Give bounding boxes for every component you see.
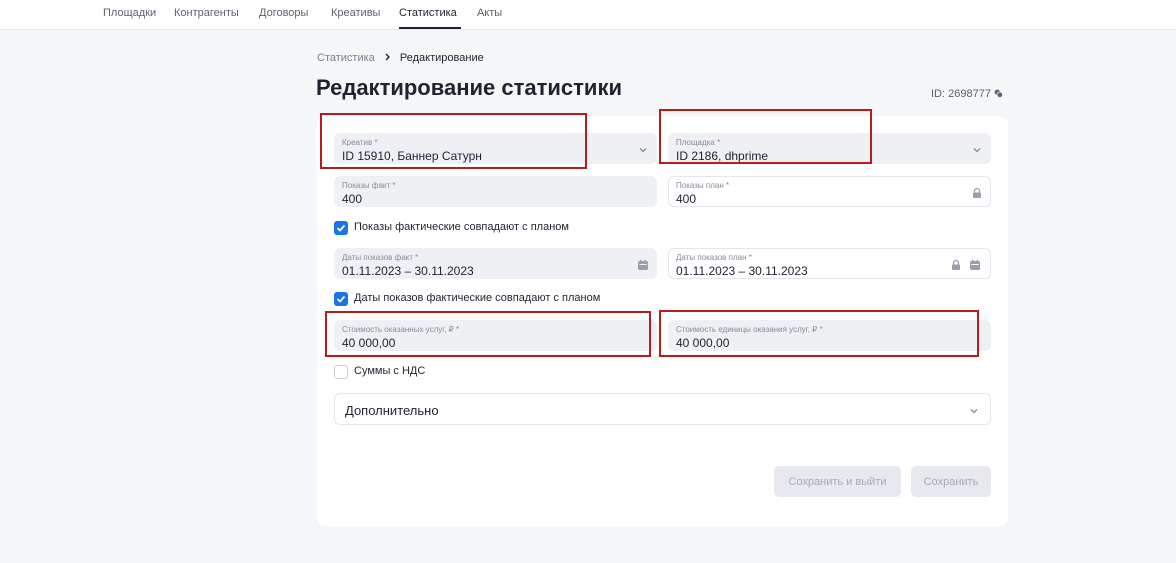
creative-value: ID 15910, Баннер Сатурн	[342, 149, 482, 163]
unit-cost-value: 40 000,00	[676, 336, 730, 350]
page-title: Редактирование статистики	[316, 75, 622, 100]
dates-match-checkbox[interactable]	[334, 292, 348, 306]
services-cost-value: 40 000,00	[342, 336, 396, 350]
vat-label: Суммы с НДС	[354, 365, 426, 377]
unit-cost-label: Стоимость единицы оказания услуг, ₽ *	[676, 325, 823, 334]
save-and-exit-button[interactable]: Сохранить и выйти	[774, 466, 901, 497]
chevron-right-icon	[384, 53, 391, 63]
dates-plan-input: Даты показов план * 01.11.2023 – 30.11.2…	[668, 248, 991, 279]
impressions-plan-input: Показы план * 400	[668, 176, 991, 207]
creative-select[interactable]: Креатив * ID 15910, Баннер Сатурн	[334, 133, 657, 164]
impressions-plan-value: 400	[676, 192, 697, 206]
platform-label: Площадка *	[676, 138, 721, 147]
breadcrumb-current: Редактирование	[399, 52, 484, 64]
impressions-match-checkbox[interactable]	[334, 221, 348, 235]
calendar-icon[interactable]	[637, 258, 649, 270]
check-icon	[336, 224, 346, 232]
breadcrumb-parent[interactable]: Статистика	[317, 52, 375, 64]
unit-cost-input: Стоимость единицы оказания услуг, ₽ * 40…	[668, 320, 991, 351]
top-navigation: Площадки Контрагенты Договоры Креативы С…	[0, 0, 1176, 30]
breadcrumb: Статистика Редактирование	[317, 52, 484, 64]
chevron-down-icon[interactable]	[968, 404, 980, 416]
platform-select[interactable]: Площадка * ID 2186, dhprime	[668, 133, 991, 164]
impressions-fact-label: Показы факт *	[342, 181, 396, 190]
services-cost-input[interactable]: Стоимость оказанных услуг, ₽ * 40 000,00	[334, 320, 657, 351]
copy-icon[interactable]	[994, 89, 1003, 99]
impressions-match-label: Показы фактические совпадают с планом	[354, 221, 569, 233]
impressions-fact-input[interactable]: Показы факт * 400	[334, 176, 657, 207]
save-button[interactable]: Сохранить	[911, 466, 991, 497]
vat-checkbox[interactable]	[334, 365, 348, 379]
dates-fact-label: Даты показов факт *	[342, 253, 419, 262]
active-tab-indicator	[399, 27, 461, 29]
services-cost-label: Стоимость оказанных услуг, ₽ *	[342, 325, 460, 334]
additional-label: Дополнительно	[345, 403, 439, 418]
nav-item-acts[interactable]: Акты	[477, 7, 502, 19]
dates-match-label: Даты показов фактические совпадают с пла…	[354, 292, 601, 304]
nav-item-statistics[interactable]: Статистика	[399, 7, 457, 19]
calendar-icon	[969, 258, 981, 270]
lock-icon	[950, 258, 962, 270]
dates-plan-value: 01.11.2023 – 30.11.2023	[676, 264, 808, 278]
nav-item-counterparties[interactable]: Контрагенты	[174, 7, 239, 19]
check-icon	[336, 295, 346, 303]
nav-item-contracts[interactable]: Договоры	[259, 7, 308, 19]
platform-value: ID 2186, dhprime	[676, 149, 769, 163]
chevron-down-icon[interactable]	[971, 143, 983, 155]
impressions-fact-value: 400	[342, 192, 363, 206]
lock-icon	[971, 186, 983, 198]
nav-item-platforms[interactable]: Площадки	[103, 7, 156, 19]
nav-item-creatives[interactable]: Креативы	[331, 7, 380, 19]
impressions-plan-label: Показы план *	[676, 181, 730, 190]
creative-label: Креатив *	[342, 138, 378, 147]
record-id: ID: 2698777	[931, 88, 1003, 100]
record-id-text: ID: 2698777	[931, 88, 991, 100]
dates-fact-input[interactable]: Даты показов факт * 01.11.2023 – 30.11.2…	[334, 248, 657, 279]
dates-plan-label: Даты показов план *	[676, 253, 752, 262]
chevron-down-icon[interactable]	[637, 143, 649, 155]
additional-section-toggle[interactable]: Дополнительно	[334, 393, 991, 425]
dates-fact-value: 01.11.2023 – 30.11.2023	[342, 264, 474, 278]
